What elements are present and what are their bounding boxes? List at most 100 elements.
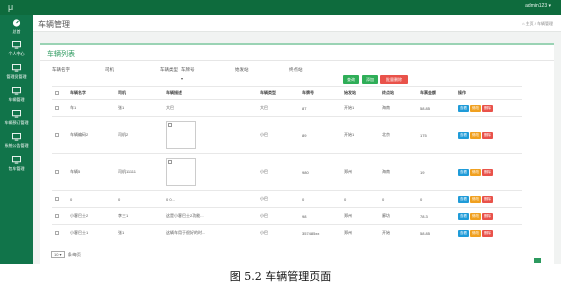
edit-button[interactable]: 修改 [470, 195, 481, 203]
driver-search-input[interactable] [116, 67, 156, 74]
cell-price: 78.3 [417, 207, 455, 225]
search-button[interactable]: 查询 [343, 75, 359, 84]
scroll-top-button[interactable] [534, 258, 541, 263]
card-title: 车辆列表 [47, 51, 75, 58]
cell-desc: 大巴 [163, 99, 257, 117]
delete-button[interactable]: 删除 [482, 229, 493, 237]
row-checkbox[interactable] [55, 132, 59, 137]
row-checkbox[interactable] [55, 213, 59, 218]
view-button[interactable]: 查看 [458, 195, 469, 203]
monitor-icon [12, 87, 21, 95]
column-header: 终点站 [379, 86, 417, 100]
sidebar-item-charter[interactable]: 包车管理 [0, 156, 33, 172]
end-search-input[interactable] [302, 67, 337, 74]
row-checkbox[interactable] [55, 169, 59, 174]
cell-name: 车辆编码2 [67, 116, 115, 154]
sidebar: 总首 个人中心 管理员管理 车辆管理 车辆预订管理 系统公告管理 包车管理 [0, 15, 33, 264]
delete-button[interactable]: 删除 [482, 212, 493, 220]
name-search-input[interactable] [72, 67, 102, 74]
cell-start: 开始1 [341, 99, 379, 117]
app-logo: μ [8, 2, 14, 12]
sidebar-item-announcements[interactable]: 系统公告管理 [0, 133, 33, 149]
cell-driver: 司机11111 [115, 153, 163, 191]
page-title: 车辆管理 [38, 20, 70, 29]
cell-price: 58.85 [417, 224, 455, 242]
table-row: 车1 张1 大巴 大巴 87 开始1 海南 58.85 查看 修改 删除 [52, 99, 522, 117]
cell-type: 小巴 [257, 207, 299, 225]
edit-button[interactable]: 修改 [470, 212, 481, 220]
dashboard-icon [12, 19, 21, 27]
view-button[interactable]: 查看 [458, 168, 469, 176]
edit-button[interactable]: 修改 [470, 104, 481, 112]
start-search-input[interactable] [248, 67, 283, 74]
type-search-label: 车辆类型 [160, 67, 178, 72]
edit-button[interactable]: 修改 [470, 168, 481, 176]
monitor-icon [12, 110, 21, 118]
row-checkbox[interactable] [55, 105, 59, 110]
start-search-label: 始发站 [235, 67, 249, 72]
broken-image-icon [168, 160, 172, 164]
divider [40, 60, 554, 61]
cell-actions: 查看 修改 删除 [455, 116, 522, 154]
monitor-icon [12, 133, 21, 141]
cell-start: 郑州 [341, 224, 379, 242]
column-header: 车票金额 [417, 86, 455, 100]
cell-plate: 87 [299, 99, 341, 117]
cell-end: 开始 [379, 224, 417, 242]
delete-button[interactable]: 删除 [482, 195, 493, 203]
plate-search-input[interactable] [197, 67, 227, 74]
cell-name: 车1 [67, 99, 115, 117]
cell-price: 0 [417, 190, 455, 208]
sidebar-item-label: 管理员管理 [6, 74, 27, 79]
cell-type: 小巴 [257, 153, 299, 191]
page-size-select[interactable]: 10 ▾ [51, 251, 65, 258]
end-search-label: 终点站 [289, 67, 303, 72]
sidebar-item-admins[interactable]: 管理员管理 [0, 64, 33, 80]
cell-start: 0 [341, 190, 379, 208]
type-select-caret[interactable]: ▾ [181, 76, 183, 81]
cell-type: 小巴 [257, 116, 299, 154]
delete-button[interactable]: 删除 [482, 131, 493, 139]
sidebar-item-bookings[interactable]: 车辆预订管理 [0, 110, 33, 126]
sidebar-item-profile[interactable]: 个人中心 [0, 41, 33, 57]
user-menu[interactable]: admin123 ▾ [525, 3, 551, 9]
view-button[interactable]: 查看 [458, 212, 469, 220]
cell-plate: 0 [299, 190, 341, 208]
row-checkbox[interactable] [55, 230, 59, 235]
batch-delete-button[interactable]: 批量删除 [380, 75, 408, 84]
edit-button[interactable]: 修改 [470, 229, 481, 237]
sidebar-item-label: 车辆管理 [8, 97, 25, 102]
cell-name: 0 [67, 190, 115, 208]
cell-desc [163, 116, 257, 154]
table-row: 小客巴士2 李三1 这是小客巴士2功能... 小巴 98 郑州 廊坊 78.3 … [52, 207, 522, 225]
column-header: 车辆描述 [163, 86, 257, 100]
select-all-checkbox[interactable] [55, 90, 59, 95]
row-checkbox[interactable] [55, 196, 59, 201]
column-header: 始发站 [341, 86, 379, 100]
edit-button[interactable]: 修改 [470, 131, 481, 139]
sidebar-item-label: 总首 [12, 29, 21, 34]
view-button[interactable]: 查看 [458, 131, 469, 139]
cell-desc [163, 153, 257, 191]
sidebar-item-vehicles[interactable]: 车辆管理 [0, 87, 33, 103]
sidebar-item-dashboard[interactable]: 总首 [0, 19, 33, 35]
vehicle-image [166, 158, 196, 186]
column-header: 车辆类型 [257, 86, 299, 100]
column-header: 操作 [455, 86, 522, 100]
cell-desc: 0 0... [163, 190, 257, 208]
table-row: 车辆编码2 司机2 小巴 89 开始1 北京 175 查看 修改 删除 [52, 116, 522, 154]
vehicle-image [166, 121, 196, 149]
select-all-cell[interactable] [52, 86, 67, 100]
cell-price: 175 [417, 116, 455, 154]
column-header: 车牌号 [299, 86, 341, 100]
cell-desc: 这辆车用于很好的时... [163, 224, 257, 242]
view-button[interactable]: 查看 [458, 229, 469, 237]
cell-driver: 司机2 [115, 116, 163, 154]
view-button[interactable]: 查看 [458, 104, 469, 112]
breadcrumb[interactable]: ⌂ 主页 / 车辆管理 [522, 21, 553, 27]
add-button[interactable]: 添加 [362, 75, 378, 84]
delete-button[interactable]: 删除 [482, 104, 493, 112]
delete-button[interactable]: 删除 [482, 168, 493, 176]
table-row: 小客巴士1 张1 这辆车用于很好的时... 小巴 357485xx 郑州 开始 … [52, 224, 522, 242]
cell-type: 小巴 [257, 224, 299, 242]
